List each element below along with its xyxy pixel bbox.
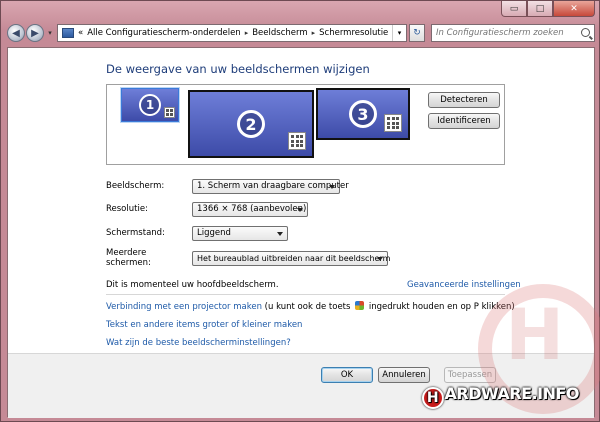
monitor-3[interactable]: 3 — [316, 88, 410, 140]
advanced-settings-link[interactable]: Geavanceerde instellingen — [407, 280, 521, 290]
multiple-displays-setting-row: Meerdere schermen: Het bureaublad uitbre… — [106, 248, 390, 268]
chevron-right-icon[interactable]: ▸ — [245, 29, 249, 37]
breadcrumb-item-all-items[interactable]: Alle Configuratiescherm-onderdelen — [87, 28, 241, 38]
logo-h-badge: H — [421, 387, 444, 409]
cancel-button[interactable]: Annuleren — [378, 367, 430, 383]
close-button[interactable]: ✕ — [553, 1, 595, 17]
breadcrumb-prefix[interactable]: « — [78, 28, 83, 38]
monitor-1[interactable]: 1 — [121, 88, 179, 122]
search-input[interactable] — [432, 28, 572, 38]
multiple-displays-label: Meerdere schermen: — [106, 248, 151, 268]
identify-button[interactable]: Identificeren — [428, 113, 500, 129]
display-label: Beeldscherm: — [106, 181, 165, 191]
divider — [106, 294, 505, 295]
chevron-right-icon[interactable]: ▸ — [312, 29, 316, 37]
search-box[interactable] — [431, 24, 595, 42]
orientation-label: Schermstand: — [106, 228, 165, 238]
page-title: De weergave van uw beeldschermen wijzige… — [106, 62, 370, 76]
arrow-right-icon: ▶ — [31, 27, 39, 39]
projector-link[interactable]: Verbinding met een projector maken — [106, 302, 262, 312]
hardware-info-logo: H ARDWARE.INFO — [421, 384, 580, 409]
taskbar-icon — [384, 114, 402, 132]
forward-button[interactable]: ▶ — [26, 24, 44, 42]
monitor-3-number: 3 — [349, 100, 377, 128]
refresh-button[interactable]: ↻ — [409, 24, 425, 42]
monitor-arrangement-panel: 1 2 3 Detecteren Identificeren — [106, 84, 505, 165]
multiple-displays-select[interactable]: Het bureaublad uitbreiden naar dit beeld… — [192, 250, 390, 266]
projector-hint-start: (u kunt ook de toets — [261, 302, 354, 312]
close-icon: ✕ — [570, 3, 578, 14]
refresh-icon: ↻ — [413, 28, 421, 38]
detect-button[interactable]: Detecteren — [428, 92, 500, 108]
best-settings-link[interactable]: Wat zijn de beste beeldscherminstellinge… — [106, 338, 291, 348]
orientation-select[interactable]: Liggend — [192, 225, 288, 241]
address-bar[interactable]: « Alle Configuratiescherm-onderdelen ▸ B… — [57, 24, 407, 42]
taskbar-icon — [288, 132, 306, 150]
maximize-button[interactable]: □ — [527, 1, 553, 17]
arrow-left-icon: ◀ — [12, 27, 20, 39]
display-setting-row: Beeldscherm: 1. Scherm van draagbare com… — [106, 178, 349, 194]
resolution-select[interactable]: 1366 × 768 (aanbevolen) — [192, 201, 308, 217]
resolution-label: Resolutie: — [106, 204, 148, 214]
maximize-icon: □ — [535, 3, 545, 14]
window: ▭ □ ✕ ◀ ▶ ▾ « Alle Configuratiescherm-on… — [0, 0, 600, 422]
breadcrumb-item-resolution[interactable]: Schermresolutie — [319, 28, 388, 38]
ok-button[interactable]: OK — [321, 367, 373, 383]
minimize-button[interactable]: ▭ — [501, 1, 527, 17]
projector-hint-end: ingedrukt houden en op P klikken) — [366, 302, 515, 312]
resolution-setting-row: Resolutie: 1366 × 768 (aanbevolen) — [106, 201, 308, 217]
monitor-2-number: 2 — [237, 110, 265, 138]
control-panel-icon — [62, 28, 74, 38]
caption-buttons: ▭ □ ✕ — [501, 1, 595, 17]
address-dropdown-button[interactable]: ▾ — [392, 25, 406, 41]
minimize-icon: ▭ — [509, 3, 519, 14]
logo-text: ARDWARE.INFO — [444, 384, 580, 403]
monitor-2[interactable]: 2 — [188, 90, 314, 158]
windows-key-icon — [355, 301, 365, 310]
projector-line: Verbinding met een projector maken (u ku… — [106, 301, 515, 312]
monitor-1-number: 1 — [139, 94, 161, 116]
navigation-bar: ◀ ▶ ▾ « Alle Configuratiescherm-onderdel… — [7, 22, 595, 44]
orientation-setting-row: Schermstand: Liggend — [106, 225, 288, 241]
search-icon — [581, 28, 590, 37]
main-display-info: Dit is momenteel uw hoofdbeeldscherm. — [106, 280, 279, 290]
back-button[interactable]: ◀ — [7, 24, 25, 42]
breadcrumb-item-display[interactable]: Beeldscherm — [252, 28, 307, 38]
taskbar-icon — [163, 106, 175, 118]
apply-button: Toepassen — [444, 367, 496, 383]
content-area: De weergave van uw beeldschermen wijzige… — [7, 47, 600, 418]
recent-pages-dropdown[interactable]: ▾ — [45, 29, 55, 37]
display-select[interactable]: 1. Scherm van draagbare computer — [192, 178, 349, 194]
text-size-link[interactable]: Tekst en andere items groter of kleiner … — [106, 320, 302, 330]
